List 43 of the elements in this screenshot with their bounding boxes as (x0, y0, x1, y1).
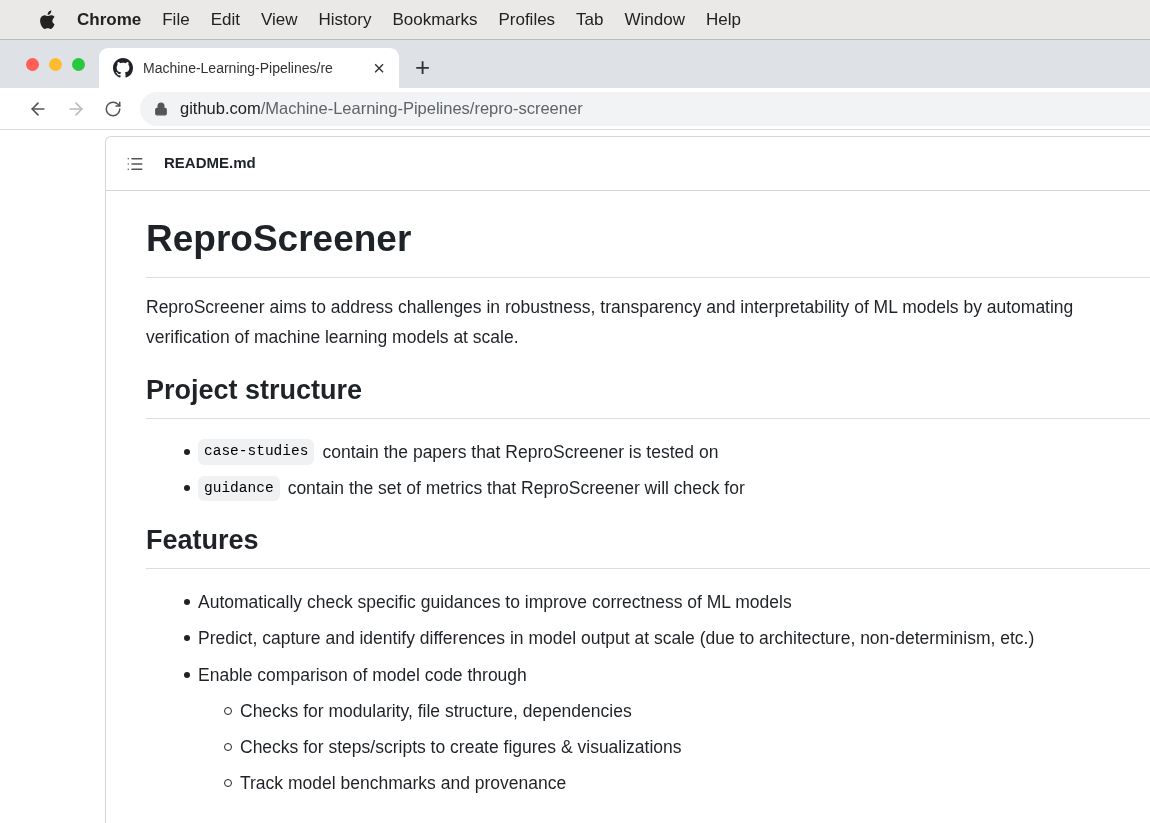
menu-item[interactable]: File (162, 6, 190, 33)
tab-title: Machine-Learning-Pipelines/re (143, 58, 334, 78)
menu-item[interactable]: Bookmarks (392, 6, 478, 33)
bullet-icon (184, 485, 190, 492)
new-tab-button[interactable]: + (415, 54, 431, 80)
url-text: github.com/Machine-Learning-Pipelines/repro-screener (180, 98, 583, 120)
list-item-text: contain the set of metrics that ReproScreener will check for (287, 477, 745, 501)
intro-paragraph: ReproScreener aims to address challenges in robustness, transparency and interpretability of ML models by automating verification of machine learning models at scale. (146, 295, 1075, 349)
bullet-icon (184, 635, 190, 642)
bullet-icon (184, 449, 190, 456)
bullet-icon (184, 599, 190, 606)
menu-item[interactable]: Help (706, 6, 741, 33)
bullet-icon (184, 671, 190, 678)
readme-title: ReproScreener (146, 211, 1150, 278)
menu-item[interactable]: Window (624, 6, 685, 33)
minimize-window-icon[interactable] (49, 57, 62, 71)
list-item-text: contain the papers that ReproScreener is tested on (322, 441, 719, 464)
tab-close-button[interactable]: × (373, 58, 385, 78)
apple-logo-icon (38, 9, 56, 30)
address-bar[interactable]: github.com/Machine-Learning-Pipelines/repro-screener (140, 91, 1150, 126)
menu-item[interactable]: Profiles (498, 6, 556, 33)
readme-filename: README.md (164, 153, 256, 174)
list-item-text: Enable comparison of model code through (198, 663, 527, 687)
close-window-icon[interactable] (26, 57, 39, 71)
section-heading: Project structure (146, 369, 1150, 419)
code-span: guidance (198, 475, 280, 502)
list-item-text: Automatically check specific guidances to improve correctness of ML models (198, 591, 792, 614)
reload-icon[interactable] (104, 99, 122, 118)
menu-item[interactable]: Edit (210, 6, 240, 33)
section-heading: Features (146, 519, 1150, 569)
lock-icon (154, 101, 168, 116)
menu-item[interactable]: History (318, 6, 372, 33)
menu-item[interactable]: Tab (576, 6, 604, 33)
code-span: case-studies (198, 439, 315, 465)
octocat-icon (113, 58, 133, 78)
list-item-text: Predict, capture and identify differences in model output at scale (due to architecture, non-determinism, etc.) (198, 627, 1035, 651)
list-item-text: Checks for steps/scripts to create figures & visualizations (240, 736, 682, 759)
list-item-text: Track model benchmarks and provenance (240, 772, 567, 796)
list-item-text: Checks for modularity, file structure, dependencies (240, 699, 632, 723)
menu-item[interactable]: View (260, 6, 298, 33)
browser-tab[interactable]: Machine-Learning-Pipelines/re × (99, 48, 399, 88)
zoom-window-icon[interactable] (72, 57, 85, 71)
menu-app-name[interactable]: Chrome (77, 6, 142, 33)
